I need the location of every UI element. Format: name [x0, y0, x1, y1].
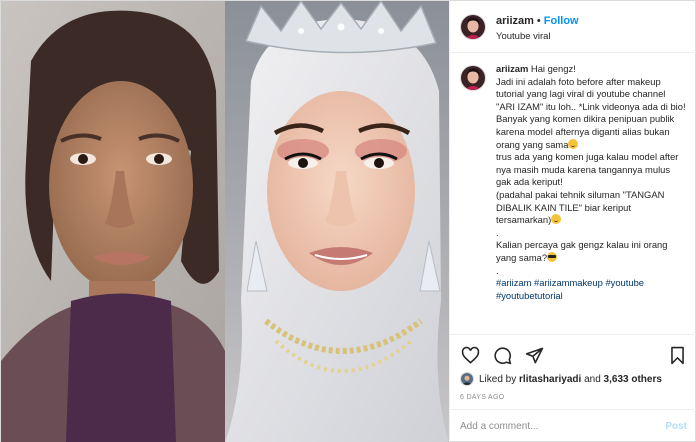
comment-bar: Post [450, 409, 696, 442]
liker-avatar[interactable] [460, 372, 474, 386]
caption-line: Banyak yang komen dikira penipuan publik… [496, 113, 675, 150]
instagram-post: ariizam • Follow Youtube viral ariizam Hai… [0, 0, 696, 442]
liker-username[interactable]: rlitashariyadi [519, 374, 581, 385]
comment-button[interactable] [492, 345, 512, 365]
caption-line: . [496, 264, 499, 276]
caption-line: . [496, 226, 499, 238]
separator-dot: • [536, 15, 541, 28]
post-side-panel: ariizam • Follow Youtube viral ariizam Hai… [449, 1, 696, 442]
caption-username[interactable]: ariizam [496, 63, 528, 74]
like-button[interactable] [460, 345, 480, 365]
location-link[interactable]: Youtube viral [496, 31, 579, 44]
share-icon [525, 347, 543, 363]
heart-icon [461, 346, 479, 364]
caption-line: Hai gengz! [530, 63, 576, 74]
hashtag-link[interactable]: #ariizam [496, 277, 531, 288]
caption-line: Jadi ini adalah foto before after makeup… [496, 75, 686, 112]
follow-button[interactable]: Follow [544, 15, 579, 27]
likes-count[interactable]: 3,633 others [604, 374, 662, 385]
comment-input[interactable] [460, 421, 666, 432]
username-link[interactable]: ariizam [496, 15, 534, 27]
header-text: ariizam • Follow Youtube viral [496, 9, 579, 43]
actions-area: Liked by rlitashariyadi and 3,633 others… [450, 334, 696, 409]
share-button[interactable] [524, 345, 544, 365]
comment-icon [493, 346, 511, 364]
caption-area: ariizam Hai gengz! Jadi ini adalah foto … [450, 53, 696, 334]
post-photo[interactable] [1, 1, 449, 442]
likes-summary: Liked by rlitashariyadi and 3,633 others [460, 372, 687, 386]
likes-and: and [584, 373, 601, 385]
post-comment-button[interactable]: Post [665, 421, 687, 432]
before-after-makeup-image [1, 1, 449, 442]
profile-picture [461, 14, 485, 39]
profile-picture [461, 66, 485, 90]
caption-line: trus ada yang komen juga kalau model aft… [496, 151, 679, 188]
hashtags: #ariizam #ariizammakeup #youtube #youtub… [496, 277, 686, 302]
hashtag-link[interactable]: #youtube [605, 277, 644, 288]
avatar[interactable] [460, 13, 486, 40]
liker-profile-picture [461, 373, 473, 385]
caption-text: ariizam Hai gengz! Jadi ini adalah foto … [496, 63, 686, 334]
grinning-emoji-icon [568, 138, 579, 149]
bookmark-icon [670, 346, 684, 364]
post-header: ariizam • Follow Youtube viral [450, 1, 696, 53]
hashtag-link[interactable]: #ariizammakeup [534, 277, 603, 288]
sunglasses-emoji-icon [547, 251, 558, 262]
caption-line: Kalian percaya gak gengz kalau ini orang… [496, 239, 668, 263]
smiling-emoji-icon [551, 214, 562, 225]
caption-avatar[interactable] [460, 65, 486, 91]
post-date[interactable]: 6 DAYS AGO [460, 394, 687, 401]
action-icons [460, 340, 687, 370]
likes-prefix: Liked by [479, 373, 517, 385]
save-button[interactable] [667, 345, 687, 365]
hashtag-link[interactable]: #youtubetutorial [496, 290, 563, 301]
caption-line: (padahal pakai tehnik siluman "TANGAN DI… [496, 188, 665, 226]
